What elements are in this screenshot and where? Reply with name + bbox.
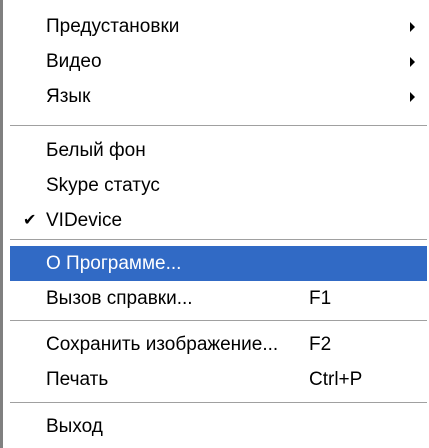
menu-item-shortcut: Ctrl+P: [309, 369, 363, 390]
checkmark-icon: ✔: [23, 212, 37, 229]
submenu-arrow-icon: [410, 22, 415, 32]
menu-item-label: Выход: [46, 416, 103, 437]
menu-item-help[interactable]: Вызов справки... F1: [10, 281, 427, 317]
menu-item-label: Печать: [46, 369, 109, 390]
menu-separator: [10, 402, 427, 403]
menu-item-save-image[interactable]: Сохранить изображение... F2: [10, 327, 427, 363]
menu-separator: [10, 320, 427, 321]
menu-item-label: Вызов справки...: [46, 288, 193, 309]
submenu-arrow-icon: [410, 57, 415, 67]
submenu-arrow-icon: [410, 92, 415, 102]
menu-item-presets[interactable]: Предустановки: [10, 9, 427, 45]
menu-item-language[interactable]: Язык: [10, 79, 427, 115]
menu-separator: [10, 125, 427, 126]
menu-separator: [10, 239, 427, 240]
menu-item-label: Белый фон: [46, 140, 146, 161]
menu-item-shortcut: F1: [309, 288, 332, 309]
menu-item-about[interactable]: О Программе...: [10, 246, 427, 281]
menu-item-skype-status[interactable]: Skype статус: [10, 168, 427, 204]
menu-item-label: Предустановки: [46, 16, 180, 37]
menu-item-white-background[interactable]: Белый фон: [10, 133, 427, 169]
menu-item-label: О Программе...: [46, 253, 182, 274]
menu-item-label: Язык: [46, 86, 91, 107]
menu-item-label: VIDevice: [46, 210, 123, 231]
menu-item-videvice[interactable]: ✔ VIDevice: [10, 203, 427, 239]
context-menu: Предустановки Видео Язык Белый фон Skype…: [0, 0, 429, 448]
menu-item-shortcut: F2: [309, 334, 332, 355]
menu-item-print[interactable]: Печать Ctrl+P: [10, 362, 427, 398]
menu-left-border: [0, 0, 3, 448]
menu-item-label: Сохранить изображение...: [46, 334, 279, 355]
menu-item-label: Видео: [46, 51, 102, 72]
menu-item-label: Skype статус: [46, 175, 160, 196]
menu-item-exit[interactable]: Выход: [10, 409, 427, 445]
menu-item-video[interactable]: Видео: [10, 44, 427, 80]
